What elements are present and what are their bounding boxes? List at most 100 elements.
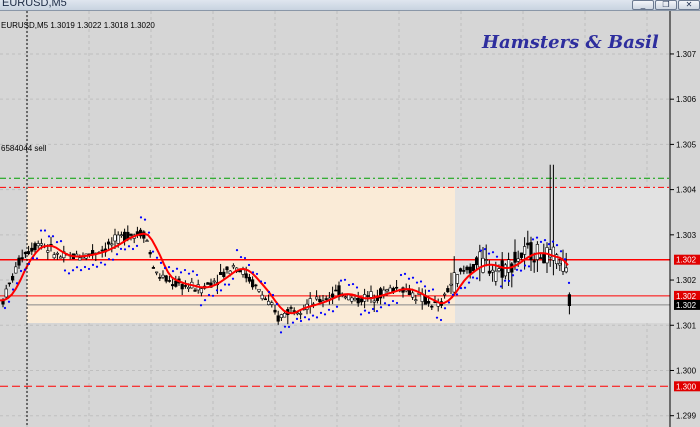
candle-body — [263, 298, 268, 301]
price-scale[interactable] — [670, 11, 700, 427]
candle-body — [519, 252, 523, 258]
candle-body — [151, 267, 156, 269]
sar-dot — [191, 270, 195, 273]
sar-dot — [47, 235, 51, 238]
y-tick-label: 1.299 — [676, 412, 697, 421]
candle-body — [353, 298, 357, 301]
candle-body — [350, 297, 354, 302]
y-tick-label: 1.304 — [676, 186, 697, 195]
candle-body — [455, 274, 460, 284]
sar-dot — [295, 317, 299, 320]
window-titlebar[interactable]: EURUSD,M5 _ ❐ ✕ — [0, 0, 700, 11]
sar-dot — [227, 283, 231, 286]
candle-body — [212, 280, 216, 283]
candle-body — [334, 289, 338, 292]
price-chart[interactable]: 1.307 1.306 1.305 1.304 1.303 1.302 1.301 1.300… — [0, 11, 700, 427]
candle-body — [30, 247, 34, 252]
restore-button[interactable]: ❐ — [655, 0, 677, 10]
candle-body — [39, 243, 43, 246]
candle-body — [375, 297, 380, 301]
sar-dot — [119, 247, 123, 250]
candle-body — [449, 283, 453, 286]
candle-body — [494, 270, 498, 282]
sar-dot — [7, 300, 11, 303]
candle-body — [254, 284, 258, 287]
candle-body — [225, 266, 229, 271]
sar-dot — [175, 267, 179, 270]
sar-dot — [131, 247, 135, 251]
sar-dot — [59, 240, 63, 243]
candle-body — [171, 284, 175, 287]
candle-body — [500, 260, 504, 278]
candle-body — [442, 293, 447, 296]
sar-dot — [123, 248, 127, 251]
minimize-button[interactable]: _ — [632, 0, 654, 10]
candle-body — [484, 259, 488, 261]
sar-dot — [539, 240, 543, 243]
candle-body — [251, 279, 255, 288]
candle-body — [490, 269, 495, 273]
candle-body — [343, 296, 348, 299]
sar-dot — [371, 307, 375, 311]
order-label: 6584044 sell — [1, 144, 47, 153]
sar-dot — [23, 268, 27, 271]
sar-dot — [363, 309, 367, 312]
sar-dot — [511, 274, 515, 277]
candle-body — [356, 297, 360, 304]
candle-body — [116, 234, 120, 244]
sar-dot — [439, 318, 443, 322]
candle-body — [145, 240, 149, 242]
y-tick-label: 1.300 — [676, 366, 697, 375]
sar-dot — [35, 257, 39, 260]
sar-dot — [183, 268, 187, 272]
sar-dot — [187, 272, 191, 275]
close-button[interactable]: ✕ — [678, 0, 700, 10]
candle-body — [20, 257, 24, 260]
sar-dot — [87, 267, 91, 271]
sar-dot — [331, 310, 335, 313]
candle-body — [23, 251, 28, 255]
candle-body — [167, 280, 172, 282]
y-tick-label: 1.302 — [676, 276, 697, 285]
candle-body — [366, 295, 370, 297]
sar-dot — [527, 265, 531, 268]
candle-body — [81, 256, 85, 259]
price-tag: 1.300 — [676, 382, 697, 391]
sar-dot — [487, 252, 491, 255]
y-tick-label: 1.307 — [676, 50, 697, 59]
range-boxes — [27, 187, 670, 323]
candle-body — [474, 257, 479, 266]
candle-body — [231, 265, 236, 268]
sar-dot — [127, 245, 131, 248]
sar-dot — [415, 281, 419, 284]
sar-dot — [399, 273, 403, 277]
sar-dot — [83, 265, 87, 269]
sar-dot — [419, 280, 423, 283]
sar-dot — [427, 289, 431, 292]
sar-dot — [195, 273, 199, 277]
candle-body — [542, 252, 546, 264]
sar-dot — [19, 269, 23, 273]
candle-body — [219, 272, 223, 275]
sar-dot — [3, 306, 7, 310]
candle-body — [452, 272, 456, 293]
candle-body — [193, 289, 197, 292]
sar-dot — [463, 286, 467, 289]
candle-body — [446, 288, 450, 293]
candle-body — [369, 291, 373, 298]
sar-dot — [535, 236, 539, 239]
sar-dot — [423, 285, 427, 288]
sar-dot — [267, 290, 271, 294]
sar-dot — [503, 279, 507, 282]
sar-dot — [199, 304, 203, 307]
candle-body — [465, 266, 469, 271]
sar-dot — [323, 313, 327, 316]
candle-body — [17, 257, 21, 266]
candle-body — [276, 315, 280, 322]
sar-dot — [147, 231, 151, 234]
y-tick-label: 1.301 — [676, 321, 697, 330]
candle-body — [359, 298, 364, 303]
candle-body — [330, 293, 335, 298]
sar-dot — [63, 269, 67, 272]
sar-dot — [251, 271, 255, 274]
